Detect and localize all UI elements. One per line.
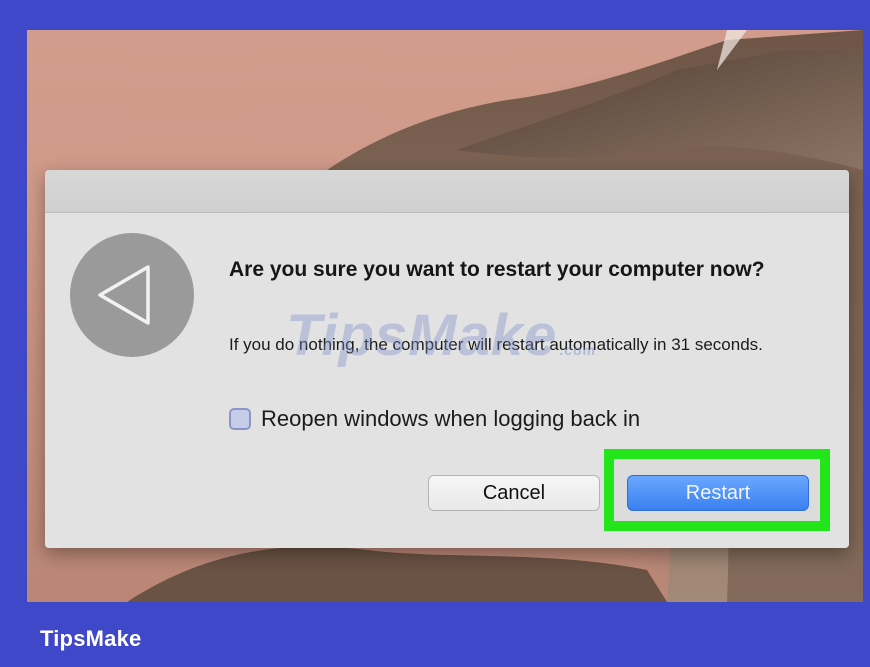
back-triangle-icon: [70, 233, 194, 357]
cancel-button[interactable]: Cancel: [428, 475, 600, 511]
reopen-windows-option[interactable]: Reopen windows when logging back in: [229, 404, 640, 434]
restart-button[interactable]: Restart: [627, 475, 809, 511]
dialog-headline: Are you sure you want to restart your co…: [229, 258, 765, 281]
dialog-message: If you do nothing, the computer will res…: [229, 335, 763, 354]
footer-brand: TipsMake: [40, 626, 142, 651]
reopen-windows-label: Reopen windows when logging back in: [261, 406, 641, 431]
dialog-titlebar: [45, 170, 849, 213]
reopen-windows-checkbox[interactable]: [229, 408, 251, 430]
